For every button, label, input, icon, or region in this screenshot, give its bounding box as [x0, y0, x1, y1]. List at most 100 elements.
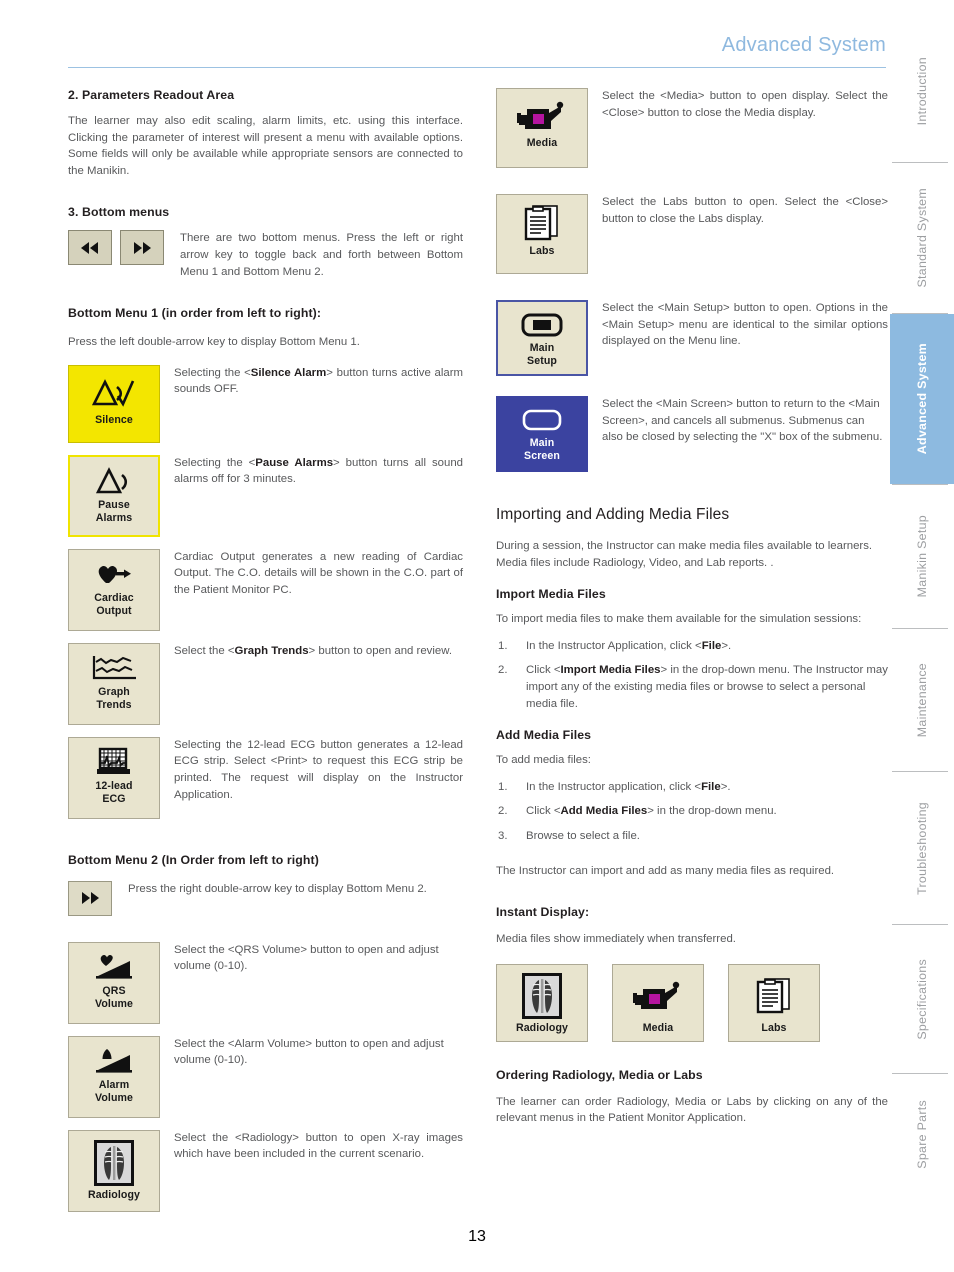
qrs-volume-button[interactable]: QRS Volume: [68, 941, 160, 1024]
alarm-volume-icon: [92, 1043, 136, 1079]
list-item: 2. Click <Import Media Files> in the drop…: [496, 662, 888, 712]
bottom-menu-2-intro: Press the right double-arrow key to disp…: [128, 882, 427, 895]
sidebar-tabs: Introduction Standard System Advanced Sy…: [890, 20, 954, 1252]
pause-alarms-label-line2: Alarms: [95, 511, 133, 524]
pause-desc-pre: Selecting the <: [174, 456, 256, 469]
graph-desc-post: > button to open and review.: [308, 644, 452, 657]
list-item: 3. Browse to select a file.: [496, 828, 888, 845]
radiology-xray-icon: [521, 970, 563, 1022]
add-media-closing: The Instructor can import and add as man…: [496, 864, 835, 877]
labs-documents-icon: [522, 201, 562, 245]
instant-radiology-button[interactable]: Radiology: [496, 963, 588, 1042]
bottom-menu-1-intro: Press the left double-arrow key to displ…: [68, 336, 360, 349]
sidebar-item-manikin-setup[interactable]: Manikin Setup: [890, 485, 954, 628]
section-3-heading: 3. Bottom menus: [68, 205, 170, 220]
left-column: 2. Parameters Readout Area The learner m…: [68, 88, 463, 1212]
twelve-lead-ecg-description: Selecting the 12-lead ECG button generat…: [174, 738, 463, 801]
radiology-button[interactable]: Radiology: [68, 1129, 160, 1212]
alarm-volume-button[interactable]: Alarm Volume: [68, 1035, 160, 1118]
silence-alarm-icon: [92, 372, 136, 414]
page-number-text: 13: [468, 1228, 486, 1245]
twelve-lead-ecg-row: 12-lead ECG Selecting the 12-lead ECG bu…: [68, 736, 463, 819]
pause-alarms-button[interactable]: Pause Alarms: [68, 454, 160, 537]
silence-description: Selecting the <Silence Alarm> button tur…: [174, 365, 463, 398]
bottom-menu-2-row: Press the right double-arrow key to disp…: [68, 880, 463, 916]
graph-desc-bold: Graph Trends: [234, 644, 309, 657]
add-media-heading: Add Media Files: [496, 728, 592, 743]
section-2-body: The learner may also edit scaling, alarm…: [68, 115, 463, 177]
step-text-pre: Click <: [526, 805, 561, 818]
labs-button[interactable]: Labs: [496, 194, 588, 274]
step-text-bold: Add Media Files: [560, 805, 648, 818]
instant-media-button[interactable]: Media: [612, 963, 704, 1042]
list-item: 1. In the Instructor application, click <…: [496, 779, 888, 796]
main-setup-button[interactable]: Main Setup: [496, 300, 588, 376]
sidebar-item-label: Introduction: [915, 56, 929, 126]
twelve-lead-ecg-button[interactable]: 12-lead ECG: [68, 736, 160, 819]
sidebar-item-label: Manikin Setup: [915, 515, 929, 598]
main-setup-icon: [521, 308, 563, 342]
step-text-bold: Import Media Files: [560, 664, 661, 677]
page-title: Advanced System: [721, 34, 886, 56]
sidebar-item-troubleshooting[interactable]: Troubleshooting: [890, 772, 954, 924]
instant-labs-button[interactable]: Labs: [728, 963, 820, 1042]
sidebar-item-spare-parts[interactable]: Spare Parts: [890, 1074, 954, 1194]
cardiac-output-button[interactable]: Cardiac Output: [68, 548, 160, 631]
step-text-post: >.: [721, 639, 732, 652]
right-column: Media Select the <Media> button to open …: [496, 88, 888, 1127]
main-screen-label-line1: Main: [529, 437, 555, 449]
silence-desc-pre: Selecting the <: [174, 366, 251, 379]
bottom-menu-2-heading: Bottom Menu 2 (In Order from left to rig…: [68, 852, 319, 867]
header-divider: [68, 67, 886, 68]
sidebar-item-introduction[interactable]: Introduction: [890, 20, 954, 162]
graph-trends-button[interactable]: Graph Trends: [68, 642, 160, 725]
main-screen-button[interactable]: Main Screen: [496, 396, 588, 472]
document-page: Advanced System 2. Parameters Readout Ar…: [0, 0, 954, 1272]
list-item: 2. Click <Add Media Files> in the drop-do…: [496, 803, 888, 820]
graph-trends-label-line2: Trends: [96, 698, 132, 711]
import-media-intro: To import media files to make them avail…: [496, 613, 862, 626]
double-right-arrow-icon: [82, 892, 99, 905]
twelve-lead-ecg-label-line2: ECG: [102, 792, 126, 805]
qrs-volume-label-line2: Volume: [94, 997, 134, 1010]
radiology-xray-icon: [93, 1137, 135, 1189]
add-media-intro: To add media files:: [496, 754, 591, 767]
import-steps-list: 1. In the Instructor Application, click <…: [496, 638, 888, 712]
left-double-arrow-button[interactable]: [68, 230, 112, 266]
graph-trends-label-line1: Graph: [98, 685, 130, 698]
sidebar-item-specifications[interactable]: Specifications: [890, 925, 954, 1073]
sidebar-item-label: Troubleshooting: [915, 801, 929, 895]
instant-display-heading: Instant Display:: [496, 905, 590, 920]
sidebar-item-advanced-system[interactable]: Advanced System: [890, 314, 954, 484]
importing-media-body: During a session, the Instructor can mak…: [496, 540, 873, 569]
sidebar-item-label: Advanced System: [915, 343, 929, 455]
sidebar-item-standard-system[interactable]: Standard System: [890, 163, 954, 313]
step-number: 2.: [498, 805, 508, 818]
labs-documents-icon: [754, 970, 794, 1022]
right-double-arrow-button-2[interactable]: [68, 880, 112, 916]
media-row: Media Select the <Media> button to open …: [496, 88, 888, 168]
main-setup-label-line2: Setup: [527, 355, 557, 367]
sidebar-item-maintenance[interactable]: Maintenance: [890, 629, 954, 771]
step-text-post: >.: [720, 780, 731, 793]
radiology-button-label: Radiology: [87, 1188, 141, 1201]
silence-desc-bold: Silence Alarm: [250, 366, 327, 379]
graph-trends-description: Select the <Graph Trends> button to open…: [174, 643, 463, 660]
page-number: 13: [68, 1228, 886, 1246]
alarm-volume-label-line1: Alarm: [98, 1078, 130, 1091]
labs-description: Select the Labs button to open. Select t…: [602, 196, 888, 225]
importing-media-heading: Importing and Adding Media Files: [496, 506, 730, 523]
twelve-lead-ecg-icon: [95, 744, 133, 780]
step-text-pre: Browse to select a file.: [526, 829, 640, 842]
cardiac-output-label-line1: Cardiac: [94, 591, 134, 604]
alarm-volume-label-line2: Volume: [94, 1091, 134, 1104]
cardiac-output-description: Cardiac Output generates a new reading o…: [174, 550, 463, 596]
double-right-arrow-icon: [134, 241, 151, 254]
media-button[interactable]: Media: [496, 88, 588, 168]
step-number: 2.: [498, 664, 508, 677]
radiology-description: Select the <Radiology> button to open X-…: [174, 1131, 463, 1161]
right-double-arrow-button[interactable]: [120, 230, 164, 266]
step-text-pre: Click <: [526, 664, 561, 677]
silence-alarm-button[interactable]: Silence: [68, 364, 160, 443]
list-item: 1. In the Instructor Application, click <…: [496, 638, 888, 655]
